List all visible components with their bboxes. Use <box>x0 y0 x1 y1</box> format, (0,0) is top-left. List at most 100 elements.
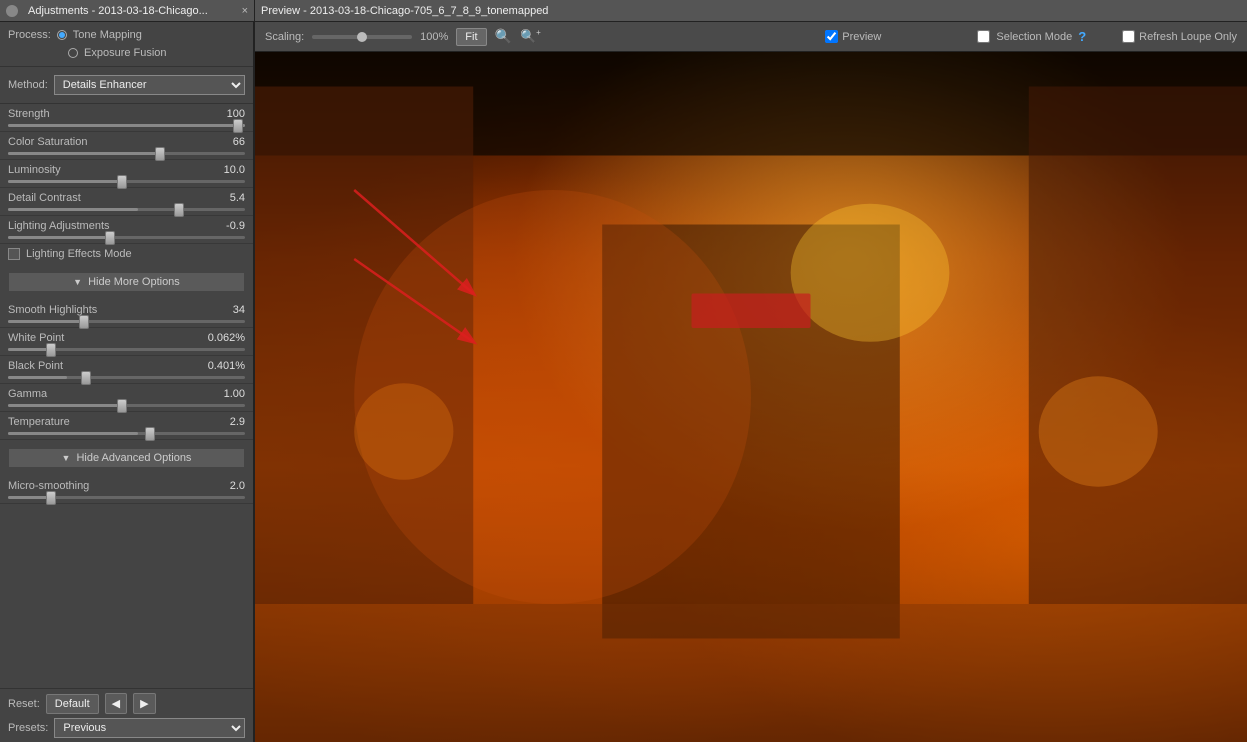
black-point-fill <box>8 376 67 379</box>
color-saturation-slider-row: Color Saturation 66 <box>0 132 253 160</box>
refresh-checkbox[interactable] <box>1122 30 1135 43</box>
white-point-label: White Point <box>8 332 64 344</box>
temperature-track[interactable] <box>8 432 245 435</box>
smooth-highlights-thumb[interactable] <box>79 315 89 329</box>
zoom-out-icon[interactable]: 🔍 <box>495 28 512 45</box>
temperature-fill <box>8 432 138 435</box>
scaling-thumb[interactable] <box>357 32 367 42</box>
lighting-adjustments-track[interactable] <box>8 236 245 239</box>
gamma-slider-row: Gamma 1.00 <box>0 384 253 412</box>
temperature-header: Temperature 2.9 <box>8 416 245 428</box>
bottom-controls: Reset: Default ◀ ▶ Presets: Previous <box>0 688 253 742</box>
preview-image-area <box>255 52 1247 742</box>
adjustments-title: Adjustments - 2013-03-18-Chicago... <box>28 5 208 17</box>
method-row: Method: Details Enhancer <box>8 71 245 99</box>
presets-label: Presets: <box>8 722 48 734</box>
left-panel: Process: Tone Mapping Exposure Fusion Me… <box>0 22 255 742</box>
black-point-value: 0.401% <box>208 360 245 372</box>
smooth-highlights-fill <box>8 320 89 323</box>
refresh-label: Refresh Loupe Only <box>1139 31 1237 43</box>
detail-contrast-label: Detail Contrast <box>8 192 81 204</box>
hdr-preview-image <box>255 52 1247 742</box>
preview-toolbar: Scaling: 100% Fit 🔍 🔍+ Preview Selection… <box>255 22 1247 52</box>
lighting-adjustments-label: Lighting Adjustments <box>8 220 110 232</box>
black-point-thumb[interactable] <box>81 371 91 385</box>
scaling-slider[interactable] <box>312 35 412 39</box>
micro-smoothing-thumb[interactable] <box>46 491 56 505</box>
process-section: Process: Tone Mapping Exposure Fusion <box>0 22 253 67</box>
color-saturation-thumb[interactable] <box>155 147 165 161</box>
lighting-adjustments-thumb[interactable] <box>105 231 115 245</box>
redo-button[interactable]: ▶ <box>133 693 155 714</box>
scaling-label: Scaling: <box>265 31 304 43</box>
luminosity-label: Luminosity <box>8 164 61 176</box>
selection-mode-checkbox[interactable] <box>977 30 990 43</box>
black-point-slider-row: Black Point 0.401% <box>0 356 253 384</box>
lighting-adjustments-fill <box>8 236 115 239</box>
color-saturation-track[interactable] <box>8 152 245 155</box>
zoom-in-icon[interactable]: 🔍+ <box>520 28 541 44</box>
adjustments-close-btn[interactable]: × <box>242 5 248 17</box>
exposure-fusion-radio[interactable] <box>68 48 78 58</box>
luminosity-slider-row: Luminosity 10.0 <box>0 160 253 188</box>
white-point-thumb[interactable] <box>46 343 56 357</box>
temperature-slider-row: Temperature 2.9 <box>0 412 253 440</box>
preview-title: Preview - 2013-03-18-Chicago-705_6_7_8_9… <box>261 5 548 17</box>
detail-contrast-fill <box>8 208 138 211</box>
exposure-fusion-label: Exposure Fusion <box>84 47 167 59</box>
selection-mode-help-icon[interactable]: ? <box>1078 29 1086 44</box>
more-options-label: Hide More Options <box>88 276 180 288</box>
selection-mode-area: Selection Mode ? <box>977 29 1086 44</box>
micro-smoothing-track[interactable] <box>8 496 245 499</box>
smooth-highlights-value: 34 <box>233 304 245 316</box>
title-bars: Adjustments - 2013-03-18-Chicago... × Pr… <box>0 0 1247 22</box>
close-icon[interactable] <box>6 5 18 17</box>
strength-thumb[interactable] <box>233 119 243 133</box>
gamma-track[interactable] <box>8 404 245 407</box>
detail-contrast-track[interactable] <box>8 208 245 211</box>
luminosity-thumb[interactable] <box>117 175 127 189</box>
temperature-thumb[interactable] <box>145 427 155 441</box>
undo-button[interactable]: ◀ <box>105 693 127 714</box>
strength-track[interactable] <box>8 124 245 127</box>
gamma-thumb[interactable] <box>117 399 127 413</box>
fit-button[interactable]: Fit <box>456 28 486 46</box>
luminosity-track[interactable] <box>8 180 245 183</box>
luminosity-value: 10.0 <box>224 164 245 176</box>
color-saturation-value: 66 <box>233 136 245 148</box>
selection-mode-label: Selection Mode <box>996 31 1072 43</box>
white-point-track[interactable] <box>8 348 245 351</box>
hide-more-options-button[interactable]: ▼ Hide More Options <box>8 272 245 292</box>
advanced-options-section: ▼ Hide Advanced Options <box>0 440 253 476</box>
color-saturation-header: Color Saturation 66 <box>8 136 245 148</box>
presets-row: Presets: Previous <box>8 718 245 738</box>
smooth-highlights-track[interactable] <box>8 320 245 323</box>
preview-checkbox[interactable] <box>825 30 838 43</box>
lighting-effects-label: Lighting Effects Mode <box>26 248 132 260</box>
detail-contrast-value: 5.4 <box>230 192 245 204</box>
black-point-label: Black Point <box>8 360 63 372</box>
micro-smoothing-value: 2.0 <box>230 480 245 492</box>
lighting-effects-checkbox[interactable] <box>8 248 20 260</box>
detail-contrast-thumb[interactable] <box>174 203 184 217</box>
luminosity-header: Luminosity 10.0 <box>8 164 245 176</box>
color-saturation-fill <box>8 152 164 155</box>
strength-slider-row: Strength 100 <box>0 104 253 132</box>
gamma-header: Gamma 1.00 <box>8 388 245 400</box>
preview-titlebar: Preview - 2013-03-18-Chicago-705_6_7_8_9… <box>255 0 1247 22</box>
preview-check-area: Preview <box>825 30 881 43</box>
refresh-area: Refresh Loupe Only <box>1122 30 1237 43</box>
tone-mapping-label: Tone Mapping <box>73 29 142 41</box>
black-point-track[interactable] <box>8 376 245 379</box>
hide-advanced-options-button[interactable]: ▼ Hide Advanced Options <box>8 448 245 468</box>
method-label: Method: <box>8 79 48 91</box>
white-point-slider-row: White Point 0.062% <box>0 328 253 356</box>
panel-spacer <box>0 504 253 688</box>
scene-overlay <box>255 52 1247 742</box>
presets-select[interactable]: Previous <box>54 718 245 738</box>
default-button[interactable]: Default <box>46 694 99 714</box>
white-point-header: White Point 0.062% <box>8 332 245 344</box>
tone-mapping-radio[interactable] <box>57 30 67 40</box>
lighting-effects-row: Lighting Effects Mode <box>0 244 253 264</box>
method-select[interactable]: Details Enhancer <box>54 75 245 95</box>
